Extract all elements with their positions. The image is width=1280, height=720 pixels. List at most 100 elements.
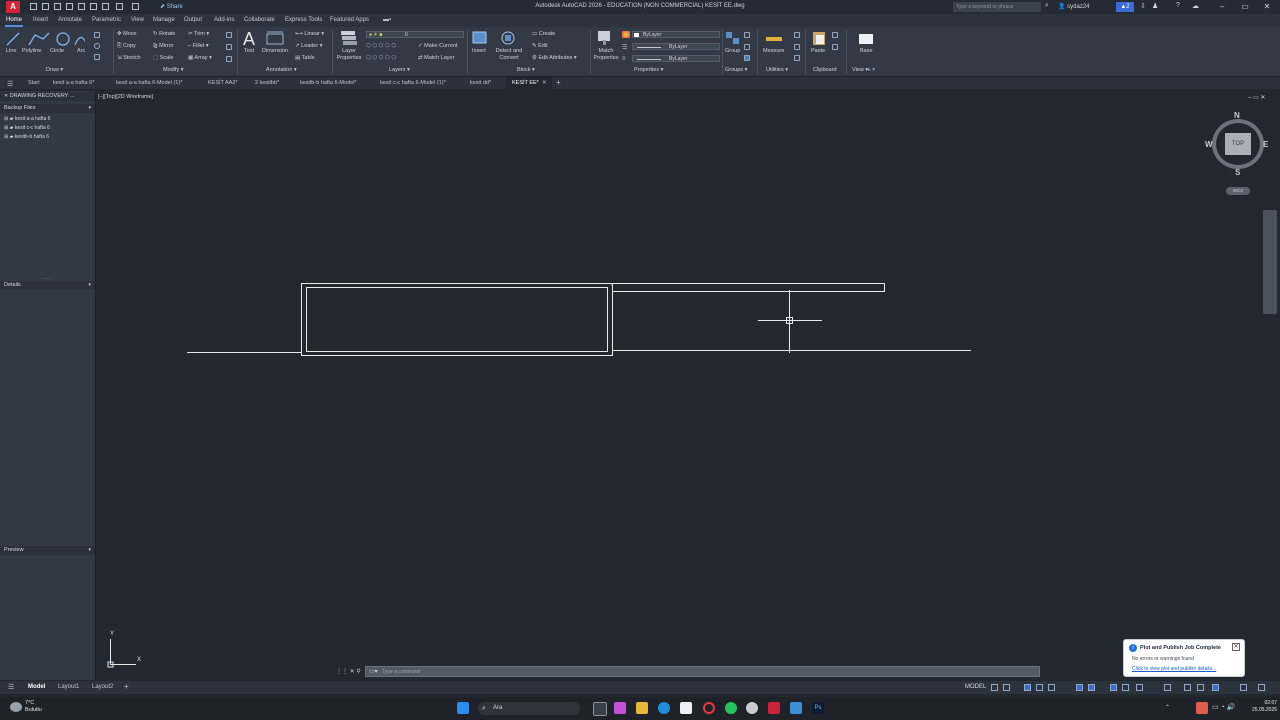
create-block-button[interactable]: ▭ Create [532,31,555,37]
object-snap-icon[interactable] [1076,684,1083,691]
match-layer-button[interactable]: ⇄ Match Layer [418,55,454,61]
help-icon[interactable]: ? [1176,2,1180,9]
ungroup-icon[interactable] [744,32,750,38]
customize-icon[interactable] [1258,684,1265,691]
block-panel-label[interactable]: Block ▾ [517,67,535,73]
mirror-button[interactable]: ⧎ Mirror [153,43,174,49]
layer-dropdown[interactable]: ● ☀ ■ 0 [366,31,464,38]
backup-file-item[interactable]: ⊞ ▰ kesit a-a hafta 6 [4,116,50,122]
tray-overflow-icon[interactable]: ⌃ [1165,704,1170,711]
tab-collaborate[interactable]: Collaborate [244,17,275,23]
file-tab[interactable]: kesit c-c hafta 6-Model (1)* [380,80,446,86]
help-search-input[interactable]: Type a keyword or phrase [953,2,1041,12]
collapse-icon[interactable]: ▾ [88,281,91,290]
color-wheel-icon[interactable] [622,31,630,38]
notification-badge[interactable]: ▲2 [1116,2,1134,12]
arc-button[interactable]: Arc [77,48,85,54]
layers-panel-label[interactable]: Layers ▾ [389,67,410,73]
whatsapp-icon[interactable] [725,702,737,714]
command-line-controls[interactable]: ⋮⋮ ✕ ⚲ [336,668,361,675]
modify-panel-label[interactable]: Modify ▾ [163,67,184,73]
layer-tools-icons-2[interactable]: ⬡ ⬡ ⬡ ⬡ ⬡ [366,55,396,61]
palette-close-icon[interactable]: ✕ [4,93,8,99]
draw-panel-label[interactable]: Draw ▾ [46,67,63,73]
plus-icon[interactable] [1184,684,1191,691]
erase-icon[interactable] [226,32,232,38]
app-taskbar-icon[interactable] [790,702,802,714]
layer-properties-button[interactable]: Layer Properties [336,48,362,62]
plot-publish-notification[interactable]: i Plot and Publish Job Complete ✕ No err… [1123,639,1245,677]
measure-icon[interactable] [765,30,783,46]
copy-button[interactable]: ⎘ Copy [117,43,136,50]
photoshop-icon[interactable]: Ps [812,702,824,714]
paste-icon[interactable] [811,30,827,46]
backup-file-item[interactable]: ⊞ ▰ kesit c-c hafta 6 [4,125,50,131]
tab-output[interactable]: Output [184,17,202,23]
exchange-icon[interactable]: ♟ [1152,2,1158,10]
lineweight-dropdown[interactable]: ByLayer [632,55,720,62]
windows-start-icon[interactable] [457,702,469,714]
compass-west[interactable]: W [1205,140,1213,149]
tab-model[interactable]: Model [28,684,45,690]
properties-panel-label[interactable]: Properties ▾ [634,67,663,73]
backup-files-header[interactable]: Backup Files ▾ [0,104,95,113]
group-select-icon[interactable] [744,55,750,61]
base-view-icon[interactable] [857,30,875,46]
notification-details-link[interactable]: Click to view plot and publish details..… [1132,666,1216,672]
compass-south[interactable]: S [1235,168,1240,177]
edge-icon[interactable] [658,702,670,714]
scale-button[interactable]: ⬚ Scale [153,55,174,61]
user-account[interactable]: 👤 sydaz24 [1058,3,1090,10]
fullscreen-icon[interactable] [1240,684,1247,691]
line-button[interactable]: Line [6,48,16,54]
dimension-button[interactable]: Dimension [262,48,288,54]
chrome-icon[interactable] [746,702,758,714]
opera-icon[interactable] [703,702,715,714]
file-tab[interactable]: kesit dd* [470,80,491,86]
taskbar-search[interactable]: ⌕ Ara [478,702,580,715]
workspace-gear-icon[interactable] [1164,684,1171,691]
command-input[interactable]: Type a command [382,669,420,675]
top-slab[interactable] [611,283,885,292]
hatch-icon[interactable] [94,54,100,60]
file-explorer-icon[interactable] [636,702,648,714]
insert-button[interactable]: Insert [472,48,486,54]
compass-north[interactable]: N [1234,111,1240,120]
recording-icon[interactable] [1196,702,1208,714]
clipboard-panel-label[interactable]: Clipboard [813,67,837,73]
linear-button[interactable]: ⟷ Linear ▾ [295,31,324,37]
cloud-icon[interactable]: ☁ [1192,2,1199,10]
details-header[interactable]: Details ▾ [0,281,95,290]
close-tab-icon[interactable]: ✕ [542,80,547,86]
collapse-icon[interactable]: ▾ [88,104,91,113]
move-button[interactable]: ✥ Move [117,31,137,37]
edit-block-button[interactable]: ✎ Edit [532,43,548,49]
color-dropdown[interactable]: ByLayer [632,31,720,38]
layer-properties-icon[interactable] [340,30,358,46]
store-icon[interactable] [680,702,692,714]
tab-parametric[interactable]: Parametric [92,17,121,23]
match-properties-icon[interactable] [597,30,613,46]
file-tab-start[interactable]: Start [28,80,40,86]
tab-featured-apps[interactable]: Featured Apps [330,17,369,23]
tab-manage[interactable]: Manage [153,17,175,23]
task-view-icon[interactable] [593,702,607,716]
navigation-bar[interactable] [1263,210,1277,314]
make-current-button[interactable]: ✓ Make Current [418,43,457,49]
file-tab[interactable]: 2 kesitbb* [255,80,279,86]
ellipse-icon[interactable] [94,43,100,49]
stretch-button[interactable]: ⇲ Stretch [117,55,141,61]
drawing-canvas[interactable] [96,91,1280,680]
rotate-button[interactable]: ↻ Rotate [153,31,175,37]
group-icon[interactable] [724,30,742,46]
text-button[interactable]: Text [244,48,254,54]
copy-clip-icon[interactable] [832,44,838,50]
model-space-button[interactable]: MODEL [965,684,986,690]
annotation-panel-label[interactable]: Annotation ▾ [266,67,297,73]
layout-menu-icon[interactable]: ☰ [8,683,14,691]
leader-button[interactable]: ↗ Leader ▾ [295,43,323,49]
polyline-button[interactable]: Polyline [22,48,41,54]
outer-rectangle[interactable] [301,283,613,356]
file-tab[interactable]: kesit a-a hafta 6* [53,80,94,86]
group-button[interactable]: Group [725,48,740,54]
